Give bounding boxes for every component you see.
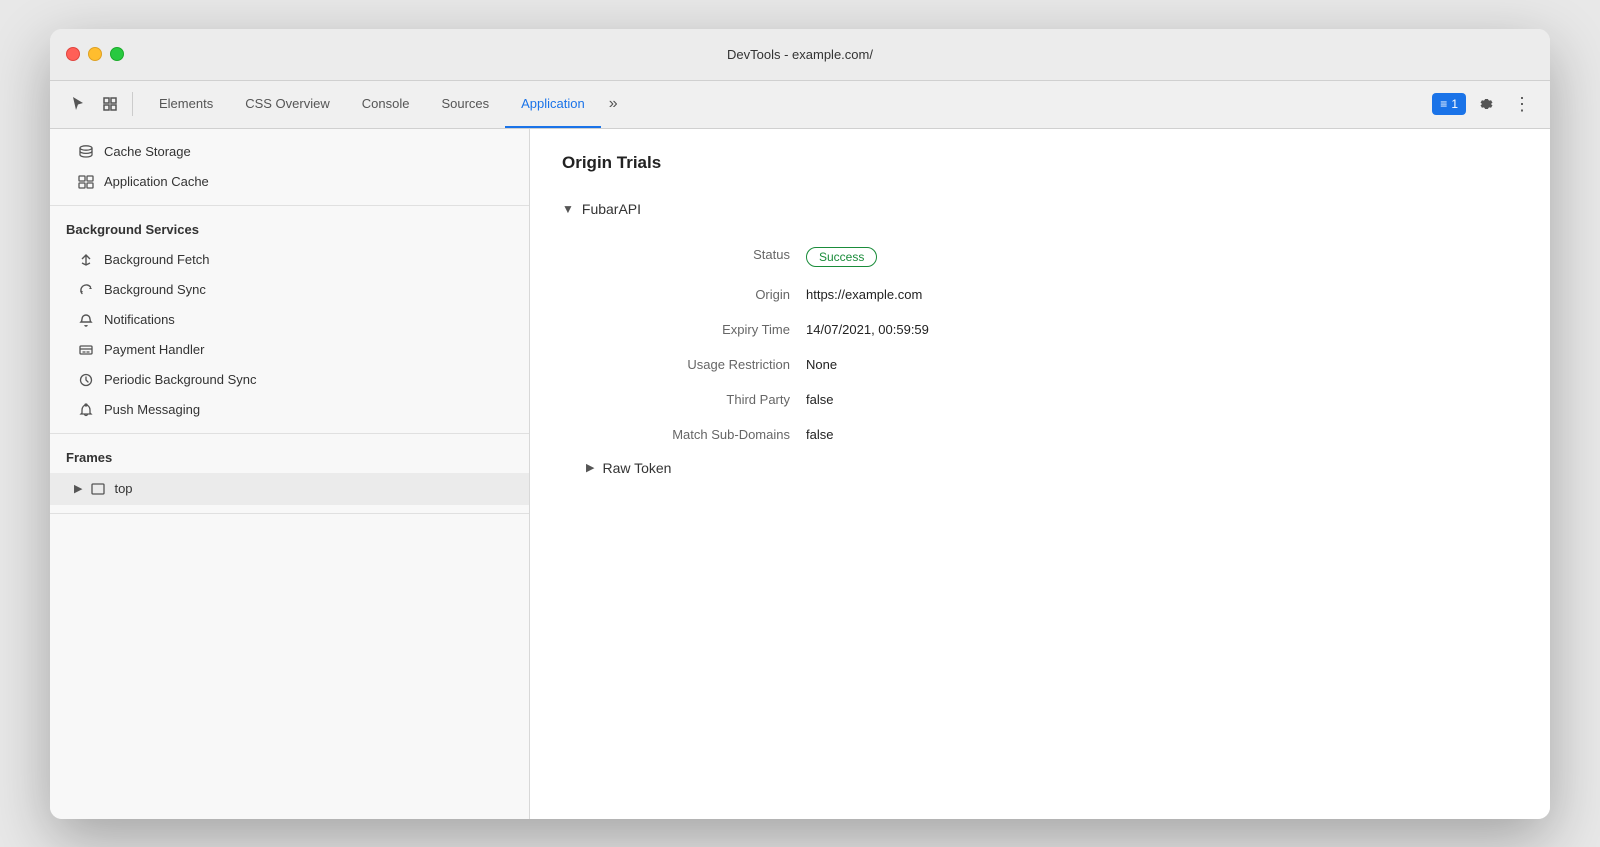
tab-application[interactable]: Application: [505, 80, 601, 128]
notification-badge-button[interactable]: ≡ 1: [1432, 93, 1466, 115]
badge-count: 1: [1451, 97, 1458, 111]
background-fetch-label: Background Fetch: [104, 252, 210, 267]
usage-restriction-value: None: [806, 347, 1518, 382]
background-fetch-icon: [78, 252, 94, 268]
toolbar-right: ≡ 1 ⋮: [1432, 88, 1538, 120]
sidebar-item-background-sync[interactable]: Background Sync: [50, 275, 529, 305]
sidebar-item-background-fetch[interactable]: Background Fetch: [50, 245, 529, 275]
window-title: DevTools - example.com/: [727, 47, 873, 62]
more-options-button[interactable]: ⋮: [1506, 88, 1538, 120]
api-section-fubarapi: ▼ FubarAPI Status Success Origin https:/…: [562, 197, 1518, 484]
toolbar-tabs: Elements CSS Overview Console Sources Ap…: [143, 80, 601, 128]
sidebar-item-cache-storage[interactable]: Cache Storage: [50, 137, 529, 167]
background-sync-icon: [78, 282, 94, 298]
payment-handler-label: Payment Handler: [104, 342, 204, 357]
background-sync-label: Background Sync: [104, 282, 206, 297]
third-party-value: false: [806, 382, 1518, 417]
api-name-label: FubarAPI: [582, 201, 641, 217]
frames-header: Frames: [50, 442, 529, 473]
match-sub-domains-label: Match Sub-Domains: [586, 417, 806, 452]
tab-css-overview[interactable]: CSS Overview: [229, 80, 346, 128]
sidebar-item-periodic-background-sync[interactable]: Periodic Background Sync: [50, 365, 529, 395]
third-party-label: Third Party: [586, 382, 806, 417]
notifications-icon: [78, 312, 94, 328]
usage-restriction-label: Usage Restriction: [586, 347, 806, 382]
status-badge: Success: [806, 247, 877, 267]
sidebar-item-frames-top[interactable]: ▶ top: [50, 473, 529, 505]
expiry-time-value: 14/07/2021, 00:59:59: [806, 312, 1518, 347]
push-messaging-icon: [78, 402, 94, 418]
maximize-button[interactable]: [110, 47, 124, 61]
frames-top-icon: [90, 481, 106, 497]
cache-storage-icon: [78, 144, 94, 160]
expiry-time-label: Expiry Time: [586, 312, 806, 347]
tab-elements[interactable]: Elements: [143, 80, 229, 128]
background-services-header: Background Services: [50, 214, 529, 245]
toolbar: Elements CSS Overview Console Sources Ap…: [50, 81, 1550, 129]
status-value: Success: [806, 237, 1518, 277]
sidebar: Cache Storage Application Cache: [50, 129, 530, 819]
close-button[interactable]: [66, 47, 80, 61]
frames-section: Frames ▶ top: [50, 434, 529, 514]
sidebar-item-notifications[interactable]: Notifications: [50, 305, 529, 335]
toolbar-divider: [132, 92, 133, 116]
cursor-icon-button[interactable]: [62, 88, 94, 120]
raw-token-expand-icon: ▶: [586, 461, 594, 474]
minimize-button[interactable]: [88, 47, 102, 61]
match-sub-domains-value: false: [806, 417, 1518, 452]
sidebar-item-application-cache[interactable]: Application Cache: [50, 167, 529, 197]
periodic-background-sync-label: Periodic Background Sync: [104, 372, 256, 387]
sidebar-item-payment-handler[interactable]: Payment Handler: [50, 335, 529, 365]
origin-label: Origin: [586, 277, 806, 312]
periodic-background-sync-icon: [78, 372, 94, 388]
api-section-header[interactable]: ▼ FubarAPI: [562, 197, 1518, 221]
inspect-icon-button[interactable]: [94, 88, 126, 120]
frames-top-label: top: [114, 481, 132, 496]
raw-token-label: Raw Token: [602, 460, 671, 476]
titlebar: DevTools - example.com/: [50, 29, 1550, 81]
tab-sources[interactable]: Sources: [425, 80, 505, 128]
settings-button[interactable]: [1470, 88, 1502, 120]
sidebar-item-push-messaging[interactable]: Push Messaging: [50, 395, 529, 425]
push-messaging-label: Push Messaging: [104, 402, 200, 417]
badge-icon: ≡: [1440, 97, 1447, 111]
api-collapse-icon: ▼: [562, 202, 574, 216]
payment-handler-icon: [78, 342, 94, 358]
storage-section: Cache Storage Application Cache: [50, 129, 529, 206]
content-area: Origin Trials ▼ FubarAPI Status Success …: [530, 129, 1550, 819]
fields-grid: Status Success Origin https://example.co…: [586, 237, 1518, 452]
devtools-window: DevTools - example.com/ Elements CSS Ove…: [50, 29, 1550, 819]
application-cache-icon: [78, 174, 94, 190]
tab-console[interactable]: Console: [346, 80, 426, 128]
more-options-icon: ⋮: [1513, 94, 1531, 115]
page-title: Origin Trials: [562, 153, 1518, 173]
raw-token-header[interactable]: ▶ Raw Token: [586, 452, 1518, 484]
application-cache-label: Application Cache: [104, 174, 209, 189]
notifications-label: Notifications: [104, 312, 175, 327]
traffic-lights: [66, 47, 124, 61]
origin-value: https://example.com: [806, 277, 1518, 312]
main-area: Cache Storage Application Cache: [50, 129, 1550, 819]
cache-storage-label: Cache Storage: [104, 144, 191, 159]
more-tabs-button[interactable]: »: [601, 80, 626, 128]
status-label: Status: [586, 237, 806, 277]
background-services-section: Background Services Background Fetch: [50, 206, 529, 434]
frames-expand-icon: ▶: [74, 482, 82, 495]
